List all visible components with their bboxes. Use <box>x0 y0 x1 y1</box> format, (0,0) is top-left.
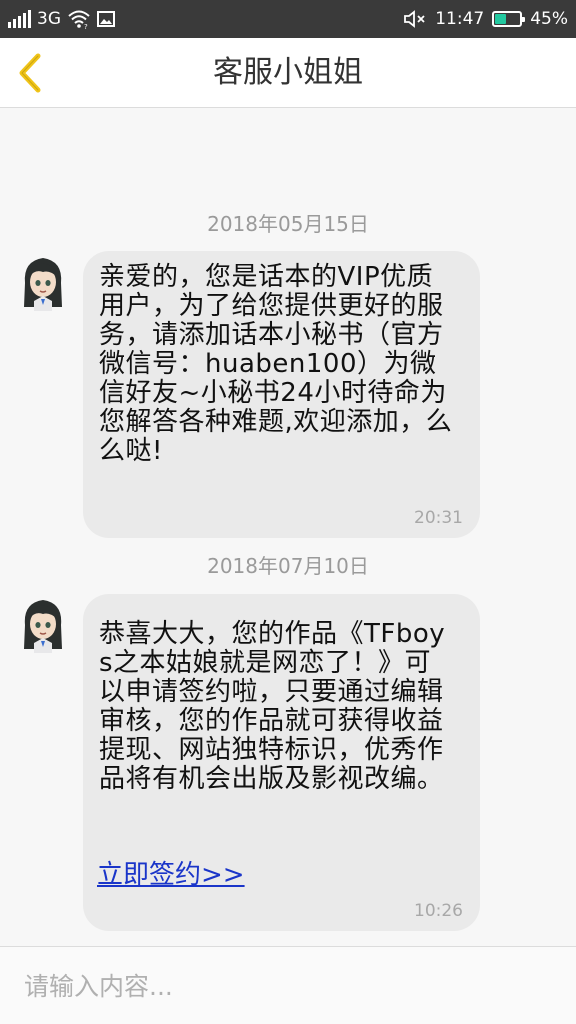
wifi-icon: ? <box>68 10 90 29</box>
message-bubble: 亲爱的，您是话本的VIP优质用户，为了给您提供更好的服务，请添加话本小秘书（官方… <box>83 251 480 538</box>
message-bubble: 恭喜大大，您的作品《TFboys之本姑娘就是网恋了！》可以申请签约啦，只要通过编… <box>83 594 480 931</box>
page-title: 客服小姐姐 <box>213 55 363 90</box>
mute-icon <box>404 10 425 28</box>
signal-icon <box>8 10 31 28</box>
avatar[interactable] <box>20 597 66 653</box>
svg-text:?: ? <box>84 23 88 29</box>
date-separator: 2018年07月10日 <box>207 554 369 578</box>
message-text: 恭喜大大，您的作品《TFboys之本姑娘就是网恋了！》可以申请签约啦，只要通过编… <box>99 619 446 794</box>
sign-contract-link[interactable]: 立即签约>> <box>97 854 245 891</box>
status-left: 3G ? <box>8 0 115 38</box>
battery-icon <box>492 11 526 27</box>
message-text: 亲爱的，您是话本的VIP优质用户，为了给您提供更好的服务，请添加话本小秘书（官方… <box>99 262 453 466</box>
clock: 11:47 <box>435 9 485 29</box>
image-notification-icon <box>97 11 115 27</box>
chat-header: 客服小姐姐 <box>0 38 576 108</box>
status-right: 11:47 45% <box>403 0 568 38</box>
message-time: 10:26 <box>414 901 463 921</box>
status-bar: 3G ? 11:47 45% <box>0 0 576 38</box>
message-input[interactable] <box>22 965 556 1007</box>
agent-avatar-icon <box>24 258 62 311</box>
message-input-bar <box>0 946 576 1024</box>
avatar[interactable] <box>20 255 66 311</box>
date-separator: 2018年05月15日 <box>207 212 369 236</box>
message-time: 20:31 <box>414 508 463 528</box>
agent-avatar-icon <box>24 600 62 653</box>
network-type: 3G <box>37 9 61 29</box>
battery-percent: 45% <box>530 9 568 29</box>
